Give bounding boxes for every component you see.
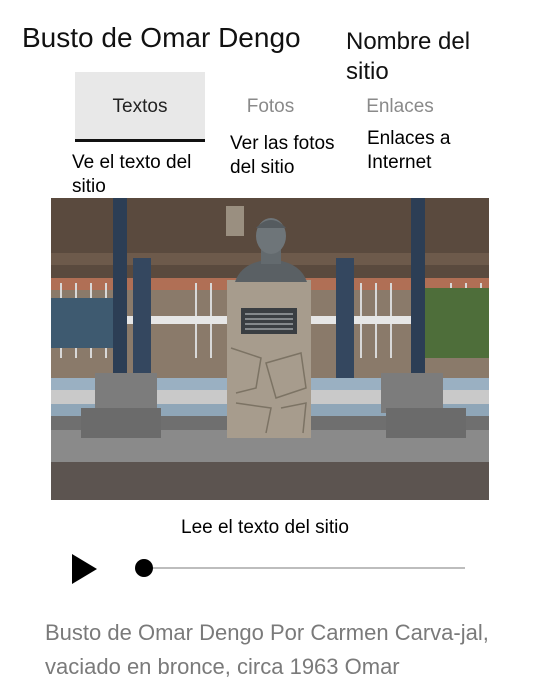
tab-fotos-label: Fotos — [246, 96, 295, 117]
page-title: Busto de Omar Dengo — [22, 22, 301, 53]
audio-progress-handle[interactable] — [135, 559, 153, 577]
play-button[interactable] — [70, 554, 98, 584]
audio-progress-track[interactable] — [145, 567, 465, 569]
active-tab-indicator — [75, 139, 205, 142]
tab-fotos-hint: Ver las fotos del sitio — [230, 133, 335, 178]
site-photo — [51, 198, 489, 500]
tab-textos-label: Textos — [112, 96, 168, 117]
bust-photo-illustration — [51, 198, 489, 500]
play-icon — [72, 554, 97, 584]
tab-textos-hint: Ve el texto del sitio — [72, 152, 192, 197]
tab-enlaces-label: Enlaces — [366, 96, 434, 117]
tab-textos[interactable]: Textos — [75, 72, 205, 142]
audio-label: Lee el texto del sitio — [181, 517, 349, 538]
tab-enlaces-hint: Enlaces a Internet — [367, 128, 451, 173]
site-description: Busto de Omar Dengo Por Carmen Carva-jal… — [45, 620, 489, 679]
